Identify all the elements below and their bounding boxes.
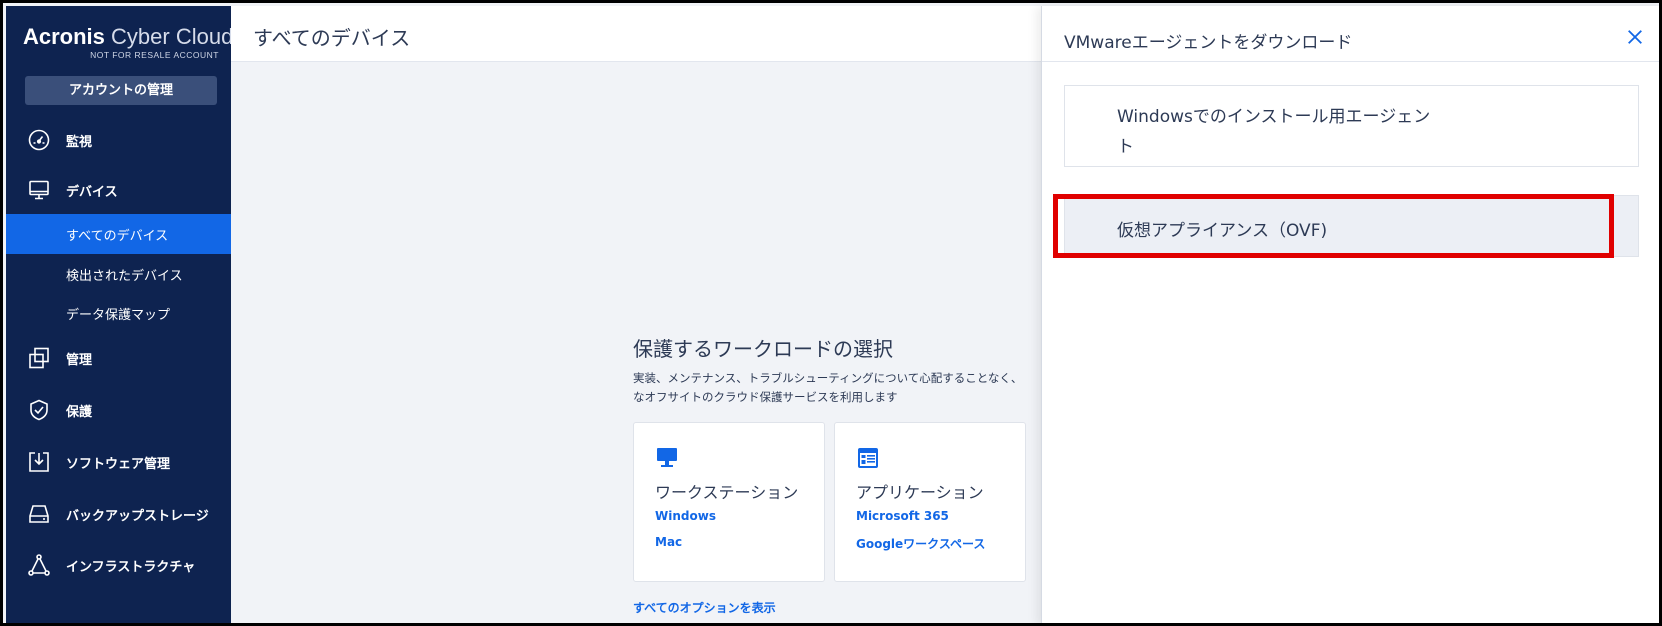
sidebar-item-label: インフラストラクチャ	[66, 559, 196, 575]
workload-description: 実装、メンテナンス、トラブルシューティングについて心配することなく、 なオフサイ…	[633, 371, 1023, 404]
sidebar-item-label: 保護	[66, 404, 93, 420]
close-icon[interactable]	[1622, 24, 1648, 50]
main-content: 保護するワークロードの選択 実装、メンテナンス、トラブルシューティングについて心…	[231, 63, 1041, 623]
link-windows[interactable]: Windows	[655, 509, 716, 523]
workload-card-workstation: ワークステーション Windows Mac	[633, 422, 825, 582]
option-label: 仮想アプライアンス（OVF)	[1117, 221, 1328, 241]
sidebar-item-protection[interactable]: 保護	[6, 390, 231, 430]
option-label: Windowsでのインストール用エージェント	[1117, 107, 1431, 157]
workload-card-applications: アプリケーション Microsoft 365 Googleワークスペース	[834, 422, 1026, 582]
option-virtual-appliance-ovf[interactable]: 仮想アプライアンス（OVF)	[1064, 195, 1639, 257]
overlap-squares-icon	[26, 345, 52, 371]
app-window-icon	[857, 447, 879, 469]
brand-name: Acronis Cyber Cloud	[23, 24, 234, 49]
app-window: Acronis Cyber Cloud NOT FOR RESALE ACCOU…	[0, 0, 1662, 626]
desktop-icon	[656, 447, 678, 469]
card-title: ワークステーション	[655, 483, 799, 502]
sidebar-item-monitoring[interactable]: 監視	[6, 120, 231, 160]
brand-subtitle: NOT FOR RESALE ACCOUNT	[90, 50, 219, 60]
panel-title: VMwareエージェントをダウンロード	[1064, 33, 1353, 53]
sidebar-subitem-all-devices[interactable]: すべてのデバイス	[6, 214, 231, 254]
link-google-workspace[interactable]: Googleワークスペース	[856, 535, 985, 552]
brand-logo: Acronis Cyber Cloud NOT FOR RESALE ACCOU…	[23, 24, 234, 60]
download-agent-panel: VMwareエージェントをダウンロード Windowsでのインストール用エージェ…	[1041, 6, 1659, 623]
sidebar-item-label: 監視	[66, 134, 93, 150]
network-triangle-icon	[26, 552, 52, 578]
sidebar-item-label: 管理	[66, 352, 93, 368]
sidebar-item-devices[interactable]: デバイス	[6, 170, 231, 210]
monitor-icon	[26, 177, 52, 203]
manage-account-button[interactable]: アカウントの管理	[25, 76, 217, 105]
gauge-icon	[26, 127, 52, 153]
storage-drive-icon	[26, 501, 52, 527]
sidebar-item-label: ソフトウェア管理	[66, 456, 171, 472]
link-mac[interactable]: Mac	[655, 535, 682, 549]
sidebar-item-management[interactable]: 管理	[6, 338, 231, 378]
panel-divider	[1042, 61, 1659, 62]
sidebar: Acronis Cyber Cloud NOT FOR RESALE ACCOU…	[6, 6, 234, 623]
sidebar-subitem-discovered-devices[interactable]: 検出されたデバイス	[6, 254, 231, 294]
download-tray-icon	[26, 449, 52, 475]
card-title: アプリケーション	[856, 483, 984, 502]
link-microsoft-365[interactable]: Microsoft 365	[856, 509, 949, 523]
option-windows-install-agent[interactable]: Windowsでのインストール用エージェント	[1064, 85, 1639, 167]
sidebar-item-label: バックアップストレージ	[66, 508, 209, 524]
workload-selection-title: 保護するワークロードの選択	[633, 337, 893, 361]
sidebar-item-label: デバイス	[66, 184, 118, 200]
sidebar-item-infrastructure[interactable]: インフラストラクチャ	[6, 545, 231, 585]
show-all-options-link[interactable]: すべてのオプションを表示	[633, 599, 776, 616]
top-bar: すべてのデバイス	[231, 6, 1041, 62]
page-title: すべてのデバイス	[253, 26, 411, 50]
sidebar-item-software-management[interactable]: ソフトウェア管理	[6, 442, 231, 482]
sidebar-subitem-data-protection-map[interactable]: データ保護マップ	[6, 293, 231, 333]
sidebar-item-backup-storage[interactable]: バックアップストレージ	[6, 494, 231, 534]
shield-check-icon	[26, 397, 52, 423]
